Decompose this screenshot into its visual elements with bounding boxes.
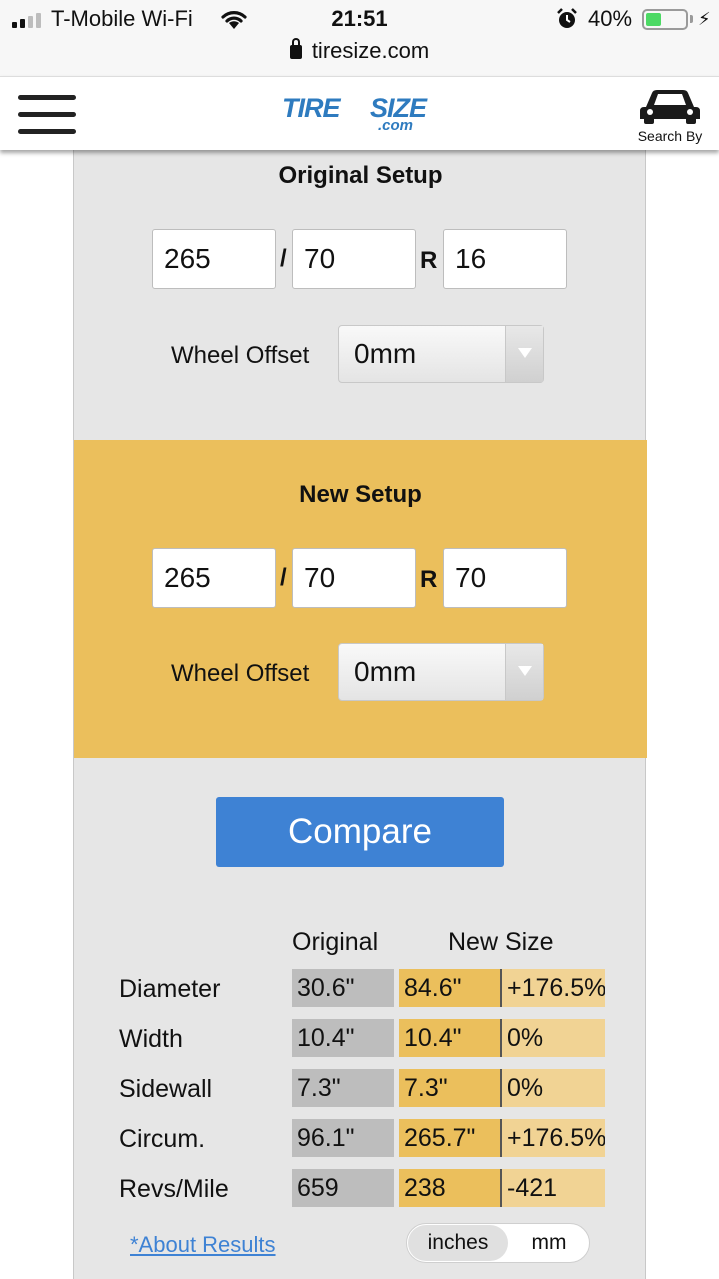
new-offset-value: 0mm	[354, 656, 417, 687]
sidewall-original: 7.3"	[292, 1069, 394, 1107]
revs-per-mile-diff: -421	[502, 1169, 605, 1207]
row-label-width: Width	[119, 1025, 183, 1053]
url-text: tiresize.com	[311, 38, 430, 63]
sidewall-new: 7.3"	[399, 1069, 502, 1107]
battery-nub	[690, 15, 693, 23]
row-label-diameter: Diameter	[119, 975, 221, 1003]
tire-calculator-panel: Original Setup 265 / 70 R 16 Wheel Offse…	[73, 150, 647, 1279]
original-width-input[interactable]: 265	[152, 229, 276, 289]
hamburger-menu-icon[interactable]	[18, 95, 76, 135]
logo-text-com: .com	[378, 117, 414, 134]
new-offset-label: Wheel Offset	[171, 660, 310, 687]
original-construction-label: R	[420, 247, 438, 274]
charging-bolt-icon: ⚡︎	[698, 9, 711, 29]
original-offset-select[interactable]: 0mm	[338, 325, 544, 383]
original-offset-label: Wheel Offset	[171, 342, 310, 369]
results-original-header: Original	[292, 928, 379, 956]
circumference-diff: +176.5%	[502, 1119, 605, 1157]
revs-per-mile-new: 238	[399, 1169, 502, 1207]
battery-fill	[646, 13, 661, 26]
search-by-button[interactable]: Search By	[628, 85, 712, 145]
new-rim-input[interactable]: 70	[443, 548, 567, 608]
circumference-new: 265.7"	[399, 1119, 502, 1157]
row-label-circumference: Circum.	[119, 1125, 206, 1153]
logo-text-tire: TIRE	[282, 93, 341, 123]
alarm-clock-icon	[557, 8, 577, 28]
sidewall-diff: 0%	[502, 1069, 605, 1107]
new-separator: /	[280, 564, 287, 591]
original-separator: /	[280, 245, 287, 272]
new-aspect-input[interactable]: 70	[292, 548, 416, 608]
url-bar[interactable]: tiresize.com	[0, 38, 719, 64]
row-label-revs-per-mile: Revs/Mile	[119, 1175, 229, 1203]
new-width-input[interactable]: 265	[152, 548, 276, 608]
unit-toggle: inches mm	[406, 1223, 590, 1263]
results-new-size-header: New Size	[448, 928, 554, 956]
row-label-sidewall: Sidewall	[119, 1075, 213, 1103]
battery-percentage: 40%	[588, 6, 633, 31]
status-bar: T-Mobile Wi-Fi 21:51 40% ⚡︎ tiresize.com	[0, 0, 719, 76]
original-offset-value: 0mm	[354, 338, 417, 369]
original-rim-input[interactable]: 16	[443, 229, 567, 289]
chevron-down-icon	[505, 326, 543, 382]
tiresize-logo[interactable]: TIRE SIZE .com	[282, 91, 442, 137]
about-results-link[interactable]: *About Results	[130, 1232, 276, 1258]
width-new: 10.4"	[399, 1019, 502, 1057]
lock-icon	[289, 38, 302, 59]
unit-inches-button[interactable]: inches	[408, 1225, 508, 1261]
new-setup-section: New Setup 265 / 70 R 70 Wheel Offset 0mm	[74, 440, 647, 758]
diameter-original: 30.6"	[292, 969, 394, 1007]
unit-mm-button[interactable]: mm	[511, 1225, 587, 1261]
new-offset-select[interactable]: 0mm	[338, 643, 544, 701]
search-by-label: Search By	[637, 128, 703, 144]
new-construction-label: R	[420, 566, 438, 593]
compare-button[interactable]: Compare	[216, 797, 504, 867]
diameter-new: 84.6"	[399, 969, 502, 1007]
original-aspect-input[interactable]: 70	[292, 229, 416, 289]
diameter-diff: +176.5%	[502, 969, 605, 1007]
battery-icon	[642, 9, 688, 30]
car-icon	[640, 90, 700, 124]
new-setup-title: New Setup	[299, 481, 422, 508]
circumference-original: 96.1"	[292, 1119, 394, 1157]
chevron-down-icon	[505, 644, 543, 700]
site-header: TIRE SIZE .com Search By	[0, 76, 719, 150]
width-diff: 0%	[502, 1019, 605, 1057]
original-setup-title: Original Setup	[278, 162, 443, 189]
width-original: 10.4"	[292, 1019, 394, 1057]
revs-per-mile-original: 659	[292, 1169, 394, 1207]
